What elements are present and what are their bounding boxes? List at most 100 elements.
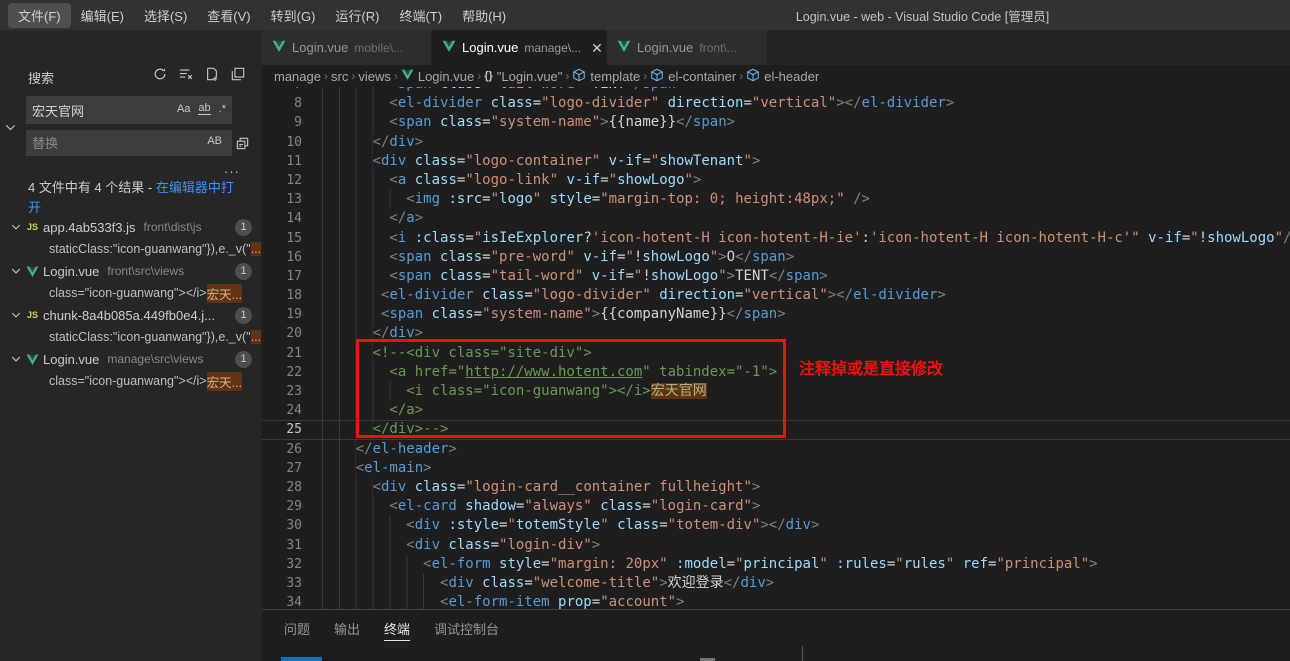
- replace-input[interactable]: [26, 130, 232, 156]
- panel-tab-0[interactable]: 问题: [272, 610, 322, 646]
- menu-item-4[interactable]: 转到(G): [261, 3, 326, 28]
- code-line-34[interactable]: 34<el-form-item prop="account">: [262, 593, 1290, 609]
- panel-tab-2[interactable]: 终端: [372, 610, 422, 646]
- editor-tab-0[interactable]: Login.vuemobile\...: [262, 30, 432, 65]
- code-line-16[interactable]: 16<span class="pre-word" v-if="!showLogo…: [262, 248, 1290, 267]
- breadcrumb-item-7[interactable]: el-header: [746, 68, 819, 85]
- code-line-8[interactable]: 8<el-divider class="logo-divider" direct…: [262, 94, 1290, 113]
- code-editor[interactable]: 7<span class="tail-word">TENT</span>8<el…: [262, 87, 1290, 609]
- code-line-25[interactable]: 25</div>-->: [262, 420, 1290, 439]
- code-line-28[interactable]: 28<div class="login-card__container full…: [262, 478, 1290, 497]
- chevron-down-icon[interactable]: [8, 354, 24, 364]
- code-line-32[interactable]: 32<el-form style="margin: 20px" :model="…: [262, 555, 1290, 574]
- code-line-29[interactable]: 29<el-card shadow="always" class="login-…: [262, 497, 1290, 516]
- line-number: 15: [262, 229, 302, 248]
- code-token: =: [541, 556, 549, 572]
- code-line-11[interactable]: 11<div class="logo-container" v-if="show…: [262, 152, 1290, 171]
- code-token: span: [693, 114, 727, 130]
- code-token: span: [398, 114, 432, 130]
- view-as-tree-icon[interactable]: [230, 66, 246, 82]
- menu-item-3[interactable]: 查看(V): [197, 3, 260, 28]
- whole-word-icon[interactable]: ab: [198, 102, 210, 115]
- editor-tab-1[interactable]: Login.vuemanage\...✕: [432, 30, 607, 65]
- code-line-26[interactable]: 26</el-header>: [262, 440, 1290, 459]
- code-line-17[interactable]: 17<span class="tail-word" v-if="!showLog…: [262, 267, 1290, 286]
- menu-item-6[interactable]: 终端(T): [389, 3, 452, 28]
- code-token: el-form-item: [448, 594, 549, 609]
- breadcrumb-item-3[interactable]: Login.vue: [401, 68, 474, 84]
- breadcrumb-item-6[interactable]: el-container: [650, 68, 736, 85]
- menu-item-0[interactable]: 文件(F): [8, 3, 71, 28]
- code-token: span: [752, 249, 786, 265]
- code-line-15[interactable]: 15<i :class="isIeExplorer?'icon-hotent-H…: [262, 229, 1290, 248]
- search-result-file[interactable]: Login.vuemanage\src\views1: [0, 348, 262, 370]
- code-line-24[interactable]: 24</a>: [262, 401, 1290, 420]
- code-line-23[interactable]: 23<i class="icon-guanwang"></i>宏天官网: [262, 382, 1290, 401]
- code-line-18[interactable]: 18<el-divider class="logo-divider" direc…: [262, 286, 1290, 305]
- code-line-33[interactable]: 33<div class="welcome-title">欢迎登录</div>: [262, 574, 1290, 593]
- code-token: span: [786, 268, 820, 284]
- code-token: "vertical": [752, 95, 836, 111]
- preserve-case-icon[interactable]: AB: [207, 135, 222, 147]
- code-token: "principal": [996, 556, 1089, 572]
- code-line-19[interactable]: 19<span class="system-name">{{companyNam…: [262, 305, 1290, 324]
- line-number: 8: [262, 94, 302, 113]
- code-token: <: [389, 249, 397, 265]
- match-case-icon[interactable]: Aa: [177, 103, 190, 115]
- code-line-10[interactable]: 10</div>: [262, 133, 1290, 152]
- search-result-file[interactable]: JSapp.4ab533f3.jsfront\dist\js1: [0, 216, 262, 238]
- panel-tab-3[interactable]: 调试控制台: [422, 610, 511, 646]
- code-line-14[interactable]: 14</a>: [262, 209, 1290, 228]
- menu-item-5[interactable]: 运行(R): [325, 3, 389, 28]
- chevron-down-icon[interactable]: [8, 222, 24, 232]
- code-token: http://www.hotent.com: [465, 364, 642, 380]
- code-line-13[interactable]: 13<img :src="logo" style="margin-top: 0;…: [262, 190, 1290, 209]
- refresh-icon[interactable]: [152, 66, 168, 82]
- menu-item-1[interactable]: 编辑(E): [71, 3, 134, 28]
- close-icon[interactable]: ✕: [591, 41, 603, 55]
- breadcrumb-item-5[interactable]: template: [572, 68, 640, 85]
- search-result-match[interactable]: staticClass:"icon-guanwang"}),e._v("...: [0, 238, 262, 260]
- code-token: >: [676, 594, 684, 609]
- code-token: TENT: [592, 87, 626, 92]
- code-token: "totem-div": [668, 517, 761, 533]
- code-token: </: [676, 114, 693, 130]
- code-line-21[interactable]: 21<!--<div class="site-div">: [262, 344, 1290, 363]
- code-token: el-divider: [398, 95, 482, 111]
- breadcrumb-item-0[interactable]: manage: [274, 69, 321, 84]
- regex-icon[interactable]: .*: [219, 103, 226, 115]
- editor-tab-2[interactable]: Login.vuefront\...: [607, 30, 768, 65]
- code-token: !: [642, 268, 650, 284]
- code-line-20[interactable]: 20</div>: [262, 324, 1290, 343]
- clear-search-results-icon[interactable]: [178, 66, 194, 82]
- code-token: <: [389, 172, 397, 188]
- code-token: =: [465, 230, 473, 246]
- search-result-match[interactable]: staticClass:"icon-guanwang"}),e._v("...: [0, 326, 262, 348]
- breadcrumb-item-2[interactable]: views: [358, 69, 391, 84]
- search-result-file[interactable]: JSchunk-8a4b085a.449fb0e4.j...1: [0, 304, 262, 326]
- code-line-7[interactable]: 7<span class="tail-word">TENT</span>: [262, 87, 1290, 94]
- code-line-30[interactable]: 30<div :style="totemStyle" class="totem-…: [262, 516, 1290, 535]
- code-line-27[interactable]: 27<el-main>: [262, 459, 1290, 478]
- more-actions-icon[interactable]: ···: [224, 164, 240, 179]
- open-new-search-editor-icon[interactable]: [204, 66, 220, 82]
- search-result-file[interactable]: Login.vuefront\src\views1: [0, 260, 262, 282]
- code-line-22[interactable]: 22<a href="http://www.hotent.com" tabind…: [262, 363, 1290, 382]
- indent-guides: [322, 324, 373, 343]
- chevron-down-icon[interactable]: [8, 310, 24, 320]
- code-line-9[interactable]: 9<span class="system-name">{{name}}</spa…: [262, 113, 1290, 132]
- breadcrumb-item-1[interactable]: src: [331, 69, 348, 84]
- menu-item-2[interactable]: 选择(S): [134, 3, 197, 28]
- code-line-12[interactable]: 12<a class="logo-link" v-if="showLogo">: [262, 171, 1290, 190]
- code-token: {{companyName}}: [600, 306, 726, 322]
- indent-guides: [322, 344, 373, 363]
- search-result-match[interactable]: class="icon-guanwang"></i>宏天...: [0, 370, 262, 392]
- replace-all-icon[interactable]: [234, 135, 250, 151]
- toggle-replace-icon[interactable]: [5, 120, 16, 138]
- breadcrumb-item-4[interactable]: {}"Login.vue": [484, 69, 562, 84]
- search-result-match[interactable]: class="icon-guanwang"></i>宏天...: [0, 282, 262, 304]
- chevron-down-icon[interactable]: [8, 266, 24, 276]
- menu-item-7[interactable]: 帮助(H): [452, 3, 516, 28]
- code-line-31[interactable]: 31<div class="login-div">: [262, 536, 1290, 555]
- panel-tab-1[interactable]: 输出: [322, 610, 372, 646]
